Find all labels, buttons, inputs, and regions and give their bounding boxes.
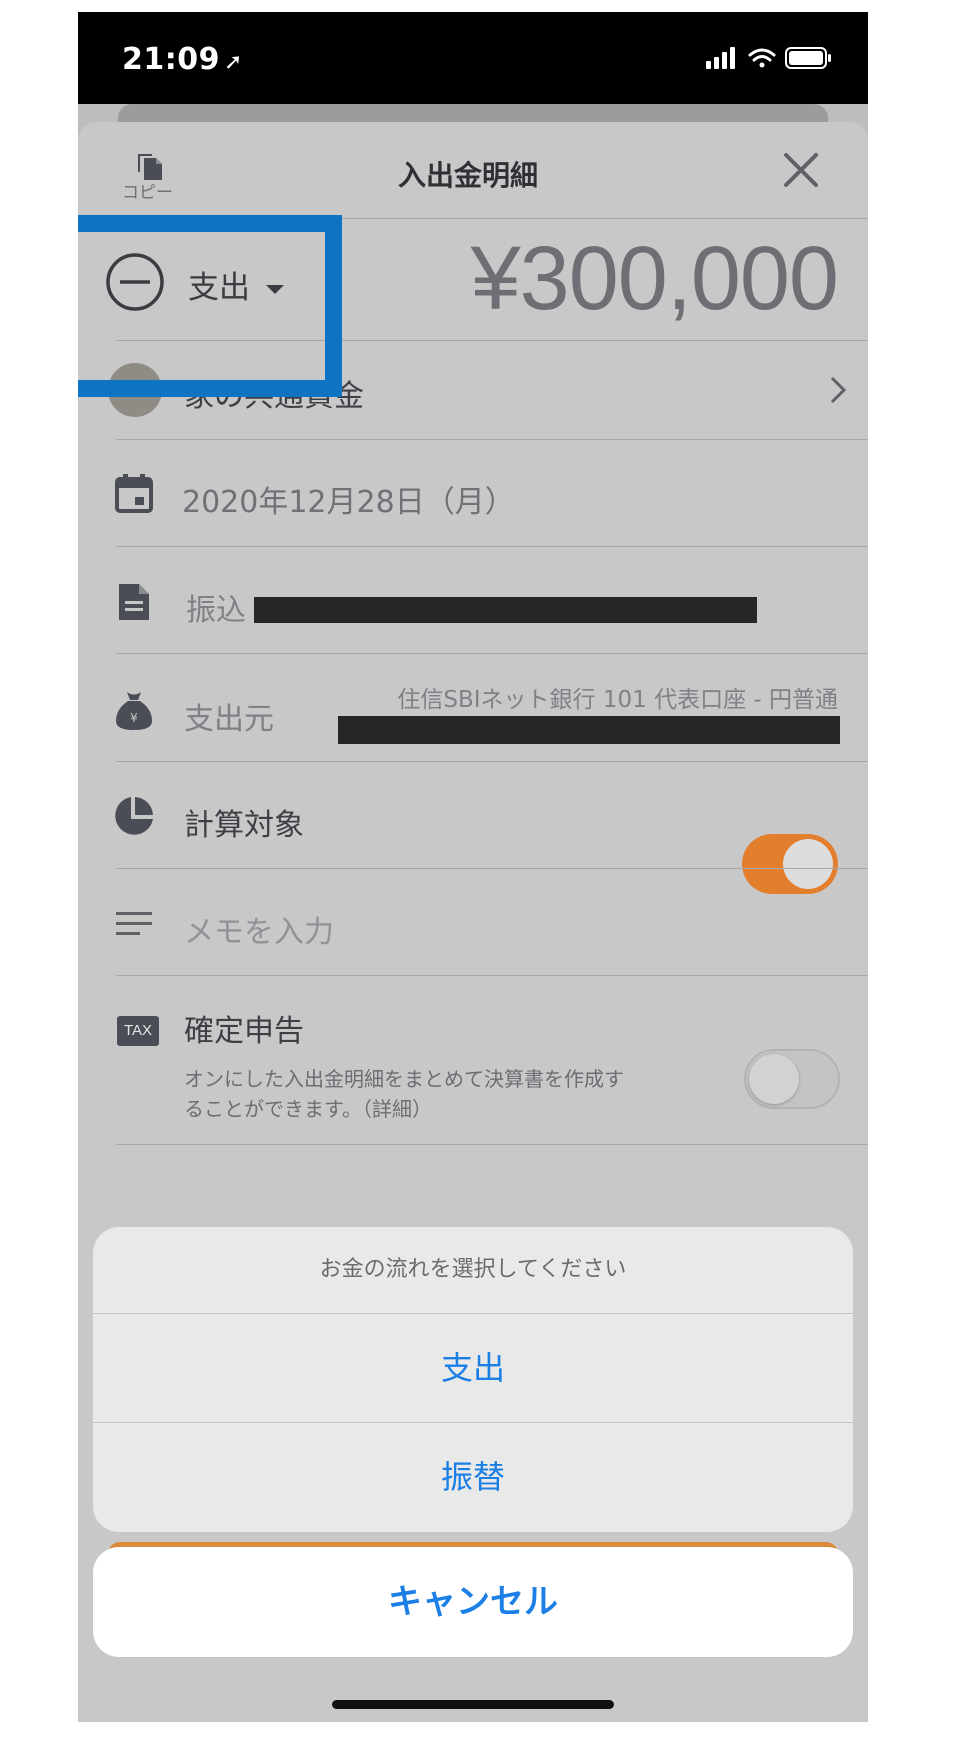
chevron-right-icon [830, 376, 847, 404]
description-text: 振込 [186, 593, 246, 628]
copy-label: コピー [122, 183, 173, 203]
tax-badge-icon: TAX [117, 1016, 159, 1046]
flow-type-action-sheet: お金の流れを選択してください 支出 振替 [93, 1227, 853, 1532]
amount: ¥300,000 [470, 229, 839, 329]
date-text: 2020年12月28日（月） [182, 485, 515, 520]
action-sheet-title: お金の流れを選択してください [319, 1257, 627, 1282]
money-bag-icon: ¥ [116, 692, 152, 730]
source-label: 支出元 [184, 702, 274, 737]
signal-wifi-battery-icons [706, 47, 831, 69]
location-arrow-icon: ➚ [224, 50, 243, 75]
redacted-account [338, 716, 840, 744]
cancel-button[interactable]: キャンセル [93, 1547, 853, 1657]
signal-icon [706, 47, 735, 69]
memo-placeholder: メモを入力 [184, 915, 334, 950]
tax-label: 確定申告 [184, 1014, 304, 1049]
calc-target-label: 計算対象 [184, 808, 304, 843]
tax-desc-line1: オンにした入出金明細をまとめて決算書を作成す [184, 1067, 624, 1091]
status-icons [706, 45, 836, 73]
description-row[interactable]: 振込 [78, 547, 868, 653]
option-transfer[interactable]: 振替 [93, 1423, 853, 1531]
source-account-row[interactable]: ¥ 支出元 住信SBIネット銀行 101 代表口座 - 円普通 [78, 654, 868, 761]
tax-toggle[interactable] [744, 1049, 840, 1109]
option-expense[interactable]: 支出 [93, 1314, 853, 1422]
phone-screen: 21:09 ➚ コピー 入出金明細 支出 ¥300,000 家の共通資金 202… [78, 12, 868, 1722]
tax-description: オンにした入出金明細をまとめて決算書を作成す ることができます。（詳細） [184, 1064, 624, 1124]
date-row[interactable]: 2020年12月28日（月） [78, 440, 868, 546]
pie-chart-icon [115, 797, 153, 835]
divider [116, 1144, 868, 1145]
wifi-icon [748, 48, 776, 68]
memo-lines-icon [116, 912, 152, 935]
highlight-box [78, 215, 342, 397]
sheet-title: 入出金明細 [397, 159, 538, 192]
tax-desc-line2: ることができます。（詳細） [184, 1097, 432, 1121]
status-time-text: 21:09 [122, 42, 220, 77]
close-icon[interactable] [778, 147, 824, 193]
memo-row[interactable]: メモを入力 [78, 869, 868, 975]
svg-text:¥: ¥ [130, 711, 138, 725]
battery-icon [785, 47, 831, 69]
document-icon [119, 584, 149, 620]
home-indicator [332, 1700, 614, 1709]
source-account-text: 住信SBIネット銀行 101 代表口座 - 円普通 [397, 687, 838, 713]
redacted-description [254, 597, 757, 623]
toggle-knob [749, 1054, 799, 1104]
status-bar: 21:09 ➚ [78, 12, 868, 104]
calendar-icon [115, 474, 153, 513]
status-time: 21:09 ➚ [122, 42, 243, 77]
